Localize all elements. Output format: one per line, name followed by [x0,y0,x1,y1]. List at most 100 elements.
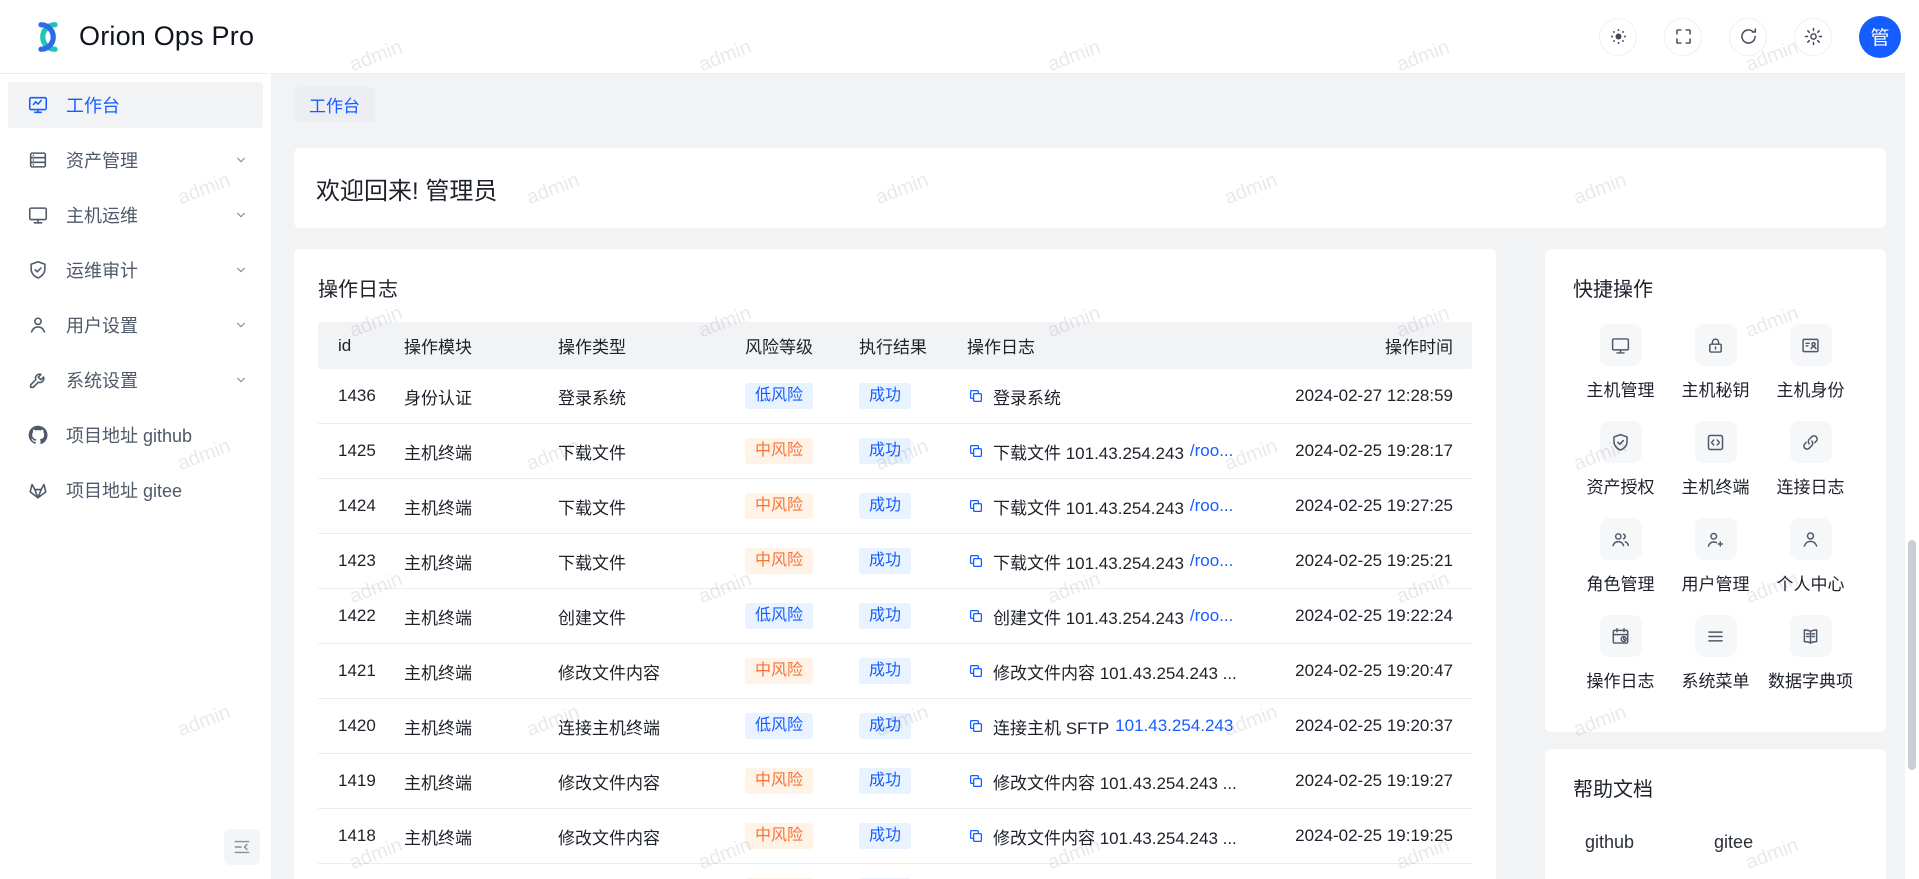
table-row: 1418主机终端修改文件内容中风险成功修改文件内容 101.43.254.243… [318,809,1472,864]
quick-action-personal-center[interactable]: 个人中心 [1777,518,1845,595]
sidebar-item-user-settings[interactable]: 用户设置 [8,302,263,348]
copy-icon[interactable] [967,662,985,680]
menu-icon [1695,615,1737,657]
scrollbar-thumb[interactable] [1908,540,1916,770]
log-link[interactable]: 101.43.254.243 [1115,716,1233,736]
cell-log: 修改文件内容 101.43.254.243 ... [967,824,1292,849]
refresh-icon [1738,26,1759,47]
quick-action-label: 用户管理 [1682,570,1750,595]
cell-module: 主机终端 [404,439,558,464]
quick-action-host-manage[interactable]: 主机管理 [1587,324,1655,401]
quick-action-label: 系统菜单 [1682,667,1750,692]
log-text: 创建文件 101.43.254.243 [993,604,1184,629]
log-link[interactable]: /roo... [1190,441,1233,461]
copy-icon[interactable] [967,772,985,790]
cell-risk: 中风险 [745,438,859,464]
quick-action-data-dict[interactable]: 数据字典项 [1768,615,1853,692]
fullscreen-button[interactable] [1664,18,1702,56]
cell-risk: 中风险 [745,658,859,684]
risk-tag: 中风险 [745,823,813,849]
cell-result: 成功 [859,383,967,409]
operation-log-table: id操作模块操作类型风险等级执行结果操作日志操作时间 1436身份认证登录系统低… [318,322,1472,879]
sidebar-item-workbench[interactable]: 工作台 [8,82,263,128]
copy-icon[interactable] [967,387,985,405]
sidebar-item-label: 运维审计 [66,257,233,283]
cell-module: 主机终端 [404,549,558,574]
user-avatar[interactable]: 管 [1859,16,1901,58]
copy-icon[interactable] [967,442,985,460]
host-icon [27,204,49,226]
sidebar-item-host-ops[interactable]: 主机运维 [8,192,263,238]
host-icon [1600,324,1642,366]
quick-action-system-menu[interactable]: 系统菜单 [1682,615,1750,692]
cell-type: 下载文件 [558,549,745,574]
risk-tag: 中风险 [745,548,813,574]
copy-icon[interactable] [967,827,985,845]
log-text: 连接主机 SFTP [993,714,1109,739]
help-link-github[interactable]: github [1585,832,1634,853]
cell-log: 下载文件 101.43.254.243/roo... [967,494,1292,519]
quick-action-label: 主机秘钥 [1682,376,1750,401]
cell-risk: 低风险 [745,603,859,629]
quick-actions-card: 快捷操作 主机管理主机秘钥主机身份资产授权主机终端连接日志角色管理用户管理个人中… [1545,249,1886,732]
user-add-icon [1695,518,1737,560]
sidebar-item-label: 工作台 [66,92,249,118]
log-link[interactable]: /roo... [1190,606,1233,626]
quick-action-role-manage[interactable]: 角色管理 [1587,518,1655,595]
copy-icon[interactable] [967,717,985,735]
sidebar-item-system-settings[interactable]: 系统设置 [8,357,263,403]
column-header: 操作模块 [404,333,558,358]
copy-icon[interactable] [967,497,985,515]
cell-id: 1419 [318,771,404,791]
cell-type: 修改文件内容 [558,824,745,849]
sidebar-item-assets[interactable]: 资产管理 [8,137,263,183]
brand: Orion Ops Pro [0,16,254,58]
sidebar-item-ops-audit[interactable]: 运维审计 [8,247,263,293]
sidebar-item-label: 项目地址 gitee [66,477,249,503]
refresh-button[interactable] [1729,18,1767,56]
sun-icon [1608,26,1629,47]
log-link[interactable]: /roo... [1190,551,1233,571]
copy-icon[interactable] [967,607,985,625]
result-tag: 成功 [859,383,911,409]
column-header: 执行结果 [859,333,967,358]
copy-icon[interactable] [967,552,985,570]
sidebar-collapse-button[interactable] [224,829,260,865]
column-header: 操作时间 [1292,333,1472,358]
quick-action-label: 个人中心 [1777,570,1845,595]
app-header: Orion Ops Pro 管 [0,0,1919,74]
cell-result: 成功 [859,438,967,464]
settings-button[interactable] [1794,18,1832,56]
quick-action-host-key[interactable]: 主机秘钥 [1682,324,1750,401]
table-row: 1422主机终端创建文件低风险成功创建文件 101.43.254.243/roo… [318,589,1472,644]
sidebar-item-gitee[interactable]: 项目地址 gitee [8,467,263,513]
quick-action-host-terminal[interactable]: 主机终端 [1682,421,1750,498]
help-docs-title: 帮助文档 [1573,773,1858,802]
breadcrumb[interactable]: 工作台 [294,87,375,122]
cell-module: 身份认证 [404,384,558,409]
quick-action-label: 数据字典项 [1768,667,1853,692]
quick-action-host-identity[interactable]: 主机身份 [1777,324,1845,401]
cell-time: 2024-02-25 19:19:27 [1292,771,1472,791]
cell-type: 登录系统 [558,384,745,409]
log-text: 下载文件 101.43.254.243 [993,494,1184,519]
operation-log-card: 操作日志 id操作模块操作类型风险等级执行结果操作日志操作时间 1436身份认证… [294,249,1496,879]
quick-action-asset-auth[interactable]: 资产授权 [1587,421,1655,498]
log-link[interactable]: /roo... [1190,496,1233,516]
sidebar-item-github[interactable]: 项目地址 github [8,412,263,458]
quick-action-user-manage[interactable]: 用户管理 [1682,518,1750,595]
assets-icon [27,149,49,171]
theme-toggle-button[interactable] [1599,18,1637,56]
quick-action-op-log[interactable]: 操作日志 [1587,615,1655,692]
shield-check-icon [27,259,49,281]
cell-result: 成功 [859,658,967,684]
column-header: id [318,336,404,356]
result-tag: 成功 [859,713,911,739]
quick-action-label: 主机终端 [1682,473,1750,498]
quick-action-connect-log[interactable]: 连接日志 [1777,421,1845,498]
quick-action-label: 操作日志 [1587,667,1655,692]
sidebar-item-label: 主机运维 [66,202,233,228]
help-link-gitee[interactable]: gitee [1714,832,1753,853]
cell-log: 修改文件内容 101.43.254.243 ... [967,659,1292,684]
chevron-down-icon [233,317,249,333]
